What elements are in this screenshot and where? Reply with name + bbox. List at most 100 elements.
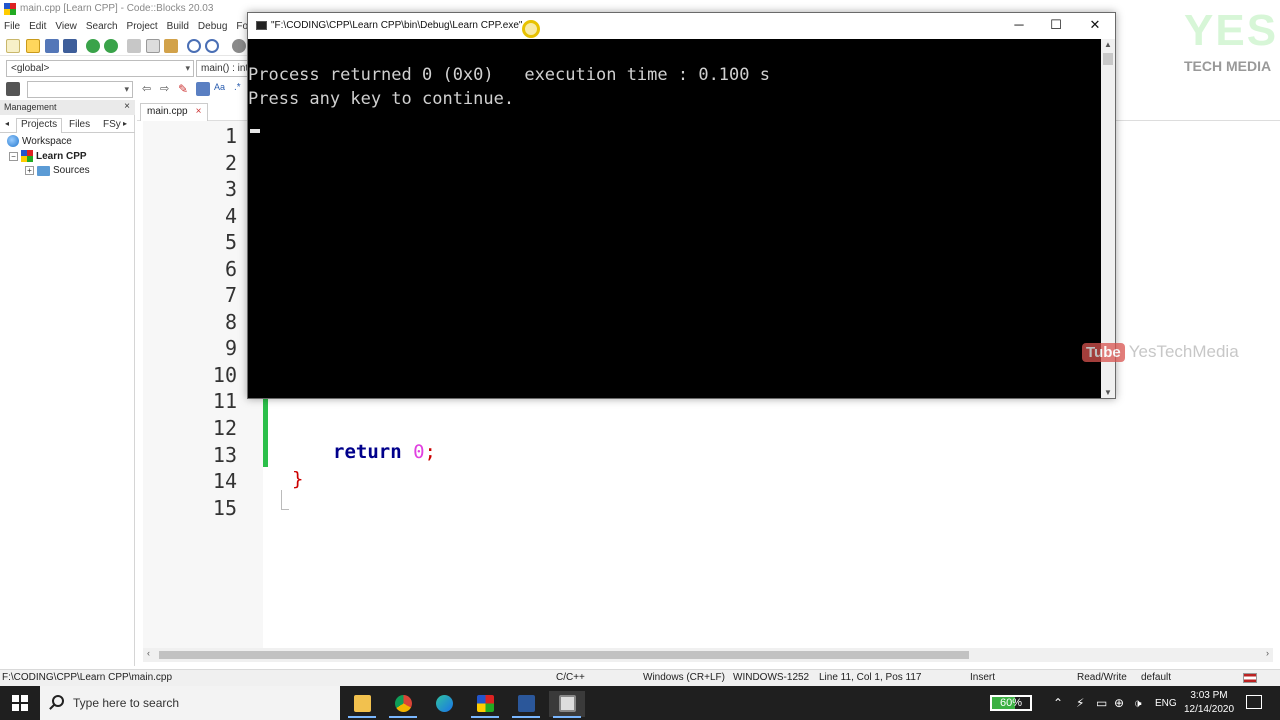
- tree-item-workspace[interactable]: Workspace: [7, 135, 72, 147]
- taskbar-codeblocks[interactable]: [467, 691, 503, 718]
- menu-project[interactable]: Project: [123, 19, 163, 32]
- menu-search[interactable]: Search: [82, 19, 123, 32]
- minimize-button[interactable]: ─: [999, 17, 1039, 35]
- main-toolbar: [0, 36, 250, 56]
- battery-indicator[interactable]: 60%: [990, 695, 1032, 711]
- run-to-cursor-icon[interactable]: [6, 82, 20, 96]
- menu-view[interactable]: View: [51, 19, 82, 32]
- notification-icon[interactable]: [1246, 695, 1262, 709]
- taskbar-console[interactable]: [549, 691, 585, 718]
- regex-icon[interactable]: .*: [234, 82, 248, 96]
- status-line-endings: Windows (CR+LF): [643, 672, 725, 683]
- tab-scroll-right-icon[interactable]: ▸: [123, 119, 127, 128]
- open-file-icon[interactable]: [26, 39, 40, 53]
- scrollbar-thumb[interactable]: [1103, 53, 1113, 65]
- collapse-icon[interactable]: −: [9, 151, 18, 161]
- search-icon: [52, 695, 64, 707]
- chrome-icon: [395, 695, 412, 712]
- new-file-icon[interactable]: [6, 39, 20, 53]
- taskbar-word[interactable]: [508, 691, 544, 718]
- menu-build[interactable]: Build: [163, 19, 194, 32]
- project-icon: [21, 150, 33, 162]
- editor-tab-main-cpp[interactable]: main.cpp ×: [140, 103, 209, 121]
- replace-icon[interactable]: [205, 39, 219, 53]
- tab-files[interactable]: Files: [69, 119, 90, 130]
- taskbar-file-explorer[interactable]: [344, 691, 380, 718]
- volume-icon[interactable]: 🕩: [1134, 696, 1142, 711]
- tree-item-project[interactable]: − Learn CPP: [9, 150, 87, 162]
- close-icon[interactable]: ×: [124, 101, 130, 112]
- status-encoding: WINDOWS-1252: [733, 672, 810, 683]
- back-arrow-icon[interactable]: ⇦: [142, 82, 156, 96]
- tab-scroll-left-icon[interactable]: ◂: [5, 119, 9, 128]
- line-number: 6: [224, 257, 237, 281]
- scroll-left-icon[interactable]: ‹: [147, 648, 150, 658]
- horizontal-scrollbar[interactable]: ‹ ›: [143, 648, 1273, 662]
- keyword-return: return: [333, 441, 402, 463]
- save-all-icon[interactable]: [63, 39, 77, 53]
- windows-taskbar: Type here to search 60% ⌃ ⚡ ▭ ⊕ 🕩 ENG 3:…: [0, 686, 1280, 720]
- console-output[interactable]: Process returned 0 (0x0) execution time …: [248, 39, 1101, 398]
- code-completion-toolbar: <global> ▾ main() : int: [0, 58, 250, 78]
- expand-icon[interactable]: +: [25, 166, 34, 175]
- tree-item-sources[interactable]: + Sources: [25, 165, 90, 176]
- console-window[interactable]: "F:\CODING\CPP\Learn CPP\bin\Debug\Learn…: [247, 12, 1116, 399]
- return-value: 0: [413, 441, 425, 463]
- status-access: Read/Write: [1077, 672, 1127, 683]
- channel-name: YesTechMedia: [1128, 342, 1239, 361]
- chevron-up-icon[interactable]: ⌃: [1053, 696, 1063, 710]
- scrollbar-thumb[interactable]: [159, 651, 969, 659]
- search-combo[interactable]: ▾: [27, 81, 133, 98]
- windows-start-icon[interactable]: [12, 695, 28, 711]
- language-indicator[interactable]: ENG: [1155, 698, 1177, 709]
- function-select[interactable]: main() : int: [196, 60, 250, 77]
- chevron-down-icon: ▾: [185, 63, 190, 73]
- undo-icon[interactable]: [86, 39, 100, 53]
- line-number: 15: [212, 496, 237, 520]
- clock-date: 12/14/2020: [1183, 704, 1235, 715]
- network-icon[interactable]: ⊕: [1114, 696, 1124, 710]
- window-title: main.cpp [Learn CPP] - Code::Blocks 20.0…: [20, 3, 214, 14]
- status-file-path: F:\CODING\CPP\Learn CPP\main.cpp: [2, 672, 173, 683]
- taskbar-search-box[interactable]: Type here to search: [40, 686, 340, 720]
- copy-icon[interactable]: [146, 39, 160, 53]
- close-button[interactable]: ✕: [1075, 17, 1115, 35]
- scroll-down-icon[interactable]: ▼: [1104, 388, 1112, 397]
- line-number: 7: [224, 283, 237, 307]
- forward-arrow-icon[interactable]: ⇨: [160, 82, 174, 96]
- taskbar-clock[interactable]: 3:03 PM 12/14/2020: [1182, 689, 1236, 717]
- management-title: Management: [4, 102, 57, 112]
- scope-select[interactable]: <global> ▾: [6, 60, 194, 77]
- chevron-down-icon: ▾: [124, 84, 129, 94]
- codeblocks-app-icon: [4, 3, 16, 15]
- gear-icon[interactable]: [232, 39, 246, 53]
- find-icon[interactable]: [187, 39, 201, 53]
- console-titlebar[interactable]: "F:\CODING\CPP\Learn CPP\bin\Debug\Learn…: [248, 13, 1115, 39]
- scroll-right-icon[interactable]: ›: [1266, 648, 1269, 658]
- save-icon[interactable]: [45, 39, 59, 53]
- battery-icon[interactable]: ▭: [1096, 696, 1107, 710]
- scroll-up-icon[interactable]: ▲: [1104, 40, 1112, 49]
- power-plug-icon[interactable]: ⚡: [1076, 696, 1084, 710]
- menu-debug[interactable]: Debug: [194, 19, 232, 32]
- tree-label: Workspace: [22, 135, 72, 147]
- tab-fsymbols[interactable]: FSy: [103, 119, 121, 130]
- highlight-icon[interactable]: ✎: [178, 82, 192, 96]
- cut-icon[interactable]: [127, 39, 141, 53]
- maximize-button[interactable]: ☐: [1036, 17, 1076, 35]
- select-icon[interactable]: [196, 82, 210, 96]
- us-flag-icon: [1243, 673, 1257, 683]
- console-line-2: Press any key to continue.: [248, 89, 515, 109]
- redo-icon[interactable]: [104, 39, 118, 53]
- folder-icon: [354, 695, 371, 712]
- line-number: 5: [224, 230, 237, 254]
- menu-edit[interactable]: Edit: [25, 19, 51, 32]
- management-tabs: ◂ Projects Files FSy ▸: [0, 117, 135, 133]
- close-icon[interactable]: ×: [196, 106, 202, 117]
- tab-projects[interactable]: Projects: [16, 118, 63, 133]
- taskbar-chrome[interactable]: [385, 691, 421, 718]
- taskbar-edge[interactable]: [426, 691, 462, 717]
- menu-file[interactable]: File: [0, 19, 25, 32]
- match-case-icon[interactable]: Aa: [214, 82, 228, 96]
- paste-icon[interactable]: [164, 39, 178, 53]
